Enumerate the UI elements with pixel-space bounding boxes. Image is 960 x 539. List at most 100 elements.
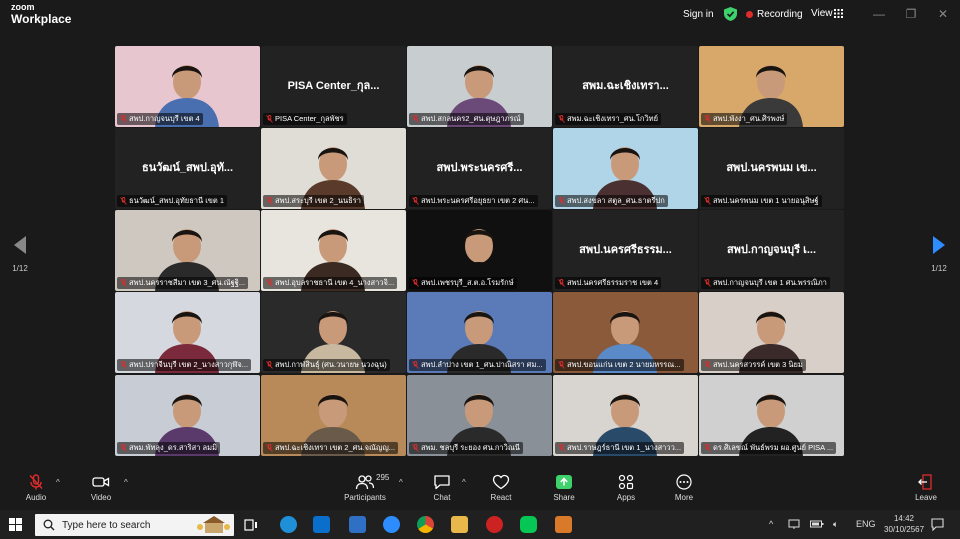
participant-name-label: สพป.นครศรีธรรมราช เขต 4 bbox=[555, 277, 662, 289]
participant-tile[interactable]: สพป.กาญจนบุรี เขต 4 bbox=[115, 46, 260, 127]
leave-button[interactable]: Leave bbox=[901, 474, 951, 502]
participant-tile[interactable]: สพป.ปราจีนบุรี เขต 2_นางสาวกุฬัจ... bbox=[115, 292, 260, 373]
participant-tile[interactable]: สพม. ชลบุรี ระยอง ศน.กาวิณนี bbox=[407, 375, 552, 456]
participant-name-label: สพป.ขอนแก่น เขต 2 นายมหรรณ... bbox=[555, 359, 684, 371]
participant-tile[interactable]: สพป.นครศรีธรรม... สพป.นครศรีธรรมราช เขต 4 bbox=[553, 210, 698, 291]
participant-tile[interactable]: สพป.นครพนม เข... สพป.นครพนม เขต 1 นายอนุส… bbox=[699, 128, 844, 209]
maximize-icon[interactable]: ❐ bbox=[904, 7, 918, 21]
more-button[interactable]: More bbox=[659, 474, 709, 502]
minimize-icon[interactable]: — bbox=[872, 7, 886, 21]
participant-name-text: สพม. ชลบุรี ระยอง ศน.กาวิณนี bbox=[421, 443, 520, 452]
view-button[interactable]: View bbox=[811, 8, 833, 19]
participant-name-text: สพป.ขอนแก่น เขต 2 นายมหรรณ... bbox=[567, 360, 681, 369]
participant-tile[interactable]: สพป.ขอนแก่น เขต 2 นายมหรรณ... bbox=[553, 292, 698, 373]
participant-tile[interactable]: สพป.พังงา_ศน.ศิรพงษ์ bbox=[699, 46, 844, 127]
video-gallery: สพป.กาญจนบุรี เขต 4 PISA Center_กุล... PIS… bbox=[115, 46, 846, 458]
participant-tile[interactable]: สพป.ราษฎร์ธานี เขต 1_นางสาวว... bbox=[553, 375, 698, 456]
windows-start-icon[interactable] bbox=[9, 518, 22, 531]
chrome-icon[interactable] bbox=[417, 516, 434, 533]
video-options-caret-icon[interactable]: ^ bbox=[124, 478, 128, 487]
participant-tile[interactable]: สพป.สงขลา สตูล_ศน.ธาตรีปก bbox=[553, 128, 698, 209]
apps-button[interactable]: Apps bbox=[601, 474, 651, 502]
participant-name-text: สพป.นครสวรรค์ เขต 3 นิยม bbox=[713, 360, 803, 369]
participant-name-label: สพป.พระนครศรีอยุธยา เขต 2 ศน... bbox=[409, 195, 538, 207]
file-explorer-icon[interactable] bbox=[451, 516, 468, 533]
taskbar-clock[interactable]: 14:42 30/10/2567 bbox=[884, 513, 924, 535]
meeting-toolbar: Audio ^ Video ^ Participants 295 ^ Chat … bbox=[0, 470, 960, 510]
participant-tile[interactable]: สพป.นครราชสีมา เขต 3_ศน.ณัฐฐิ... bbox=[115, 210, 260, 291]
tray-chevron-icon[interactable]: ^ bbox=[769, 519, 773, 529]
recorder-app-icon[interactable] bbox=[486, 516, 503, 533]
participant-tile[interactable]: PISA Center_กุล... PISA Center_กุลพัชร bbox=[261, 46, 406, 127]
participant-tile[interactable]: ธนวัฒน์_สพป.อุทั... ธนวัฒน์_สพป.อุทัยธานี… bbox=[115, 128, 260, 209]
sign-in-link[interactable]: Sign in bbox=[683, 9, 714, 20]
volume-icon[interactable]: 🔈︎ bbox=[833, 519, 838, 530]
mic-muted-icon bbox=[29, 474, 43, 490]
participant-name-label: สพป.ฉะเชิงเทรา เขต 2_ศน.จณัญญ... bbox=[263, 442, 398, 454]
arrow-left-icon[interactable] bbox=[14, 236, 26, 254]
close-icon[interactable]: ✕ bbox=[936, 7, 950, 21]
network-icon[interactable] bbox=[788, 519, 800, 530]
participant-count: 295 bbox=[376, 473, 390, 482]
mic-muted-icon bbox=[704, 279, 711, 287]
share-button[interactable]: Share bbox=[539, 474, 589, 502]
participant-tile[interactable]: สพป.เพชรบุรี_ส.ต.อ.โรมรักษ์ bbox=[407, 210, 552, 291]
participants-options-caret-icon[interactable]: ^ bbox=[399, 478, 403, 487]
participant-tile[interactable]: สพม.พัทลุง_ดร.สาริสา ลมมิ bbox=[115, 375, 260, 456]
mail-icon[interactable] bbox=[349, 516, 366, 533]
participant-name-label: สพม.พัทลุง_ดร.สาริสา ลมมิ bbox=[117, 442, 221, 454]
arrow-right-icon[interactable] bbox=[933, 236, 945, 254]
clock-date: 30/10/2567 bbox=[884, 525, 925, 534]
presentation-app-icon[interactable] bbox=[555, 516, 572, 533]
taskbar-search[interactable]: Type here to search bbox=[35, 514, 234, 536]
previous-page[interactable]: 1/12 bbox=[5, 236, 35, 273]
task-view-icon[interactable] bbox=[244, 519, 258, 531]
participant-tile[interactable]: สพป.สระบุรี เขต 2_นนธิรา bbox=[261, 128, 406, 209]
participant-name-label: ธนวัฒน์_สพป.อุทัยธานี เขต 1 bbox=[117, 195, 228, 207]
mic-muted-icon bbox=[266, 444, 273, 452]
participant-tile[interactable]: สพป.ฉะเชิงเทรา เขต 2_ศน.จณัญญ... bbox=[261, 375, 406, 456]
grid-view-icon[interactable] bbox=[834, 9, 843, 18]
participant-name-text: สพป.เพชรบุรี_ส.ต.อ.โรมรักษ์ bbox=[421, 278, 514, 287]
participant-tile[interactable]: สพป.กาฬสินธุ์ (ศน.วนายษ นวงฉุน) bbox=[261, 292, 406, 373]
audio-label: Audio bbox=[25, 493, 47, 502]
notifications-icon[interactable] bbox=[931, 518, 944, 531]
participant-tile[interactable]: สพป.กาญจนบุรี เ... สพป.กาญจนบุรี เขต 1 ศน… bbox=[699, 210, 844, 291]
line-app-icon[interactable] bbox=[520, 516, 537, 533]
mic-muted-icon bbox=[558, 115, 565, 123]
more-dots-icon bbox=[676, 474, 692, 490]
recording-status[interactable]: Recording bbox=[757, 9, 803, 20]
audio-options-caret-icon[interactable]: ^ bbox=[56, 478, 60, 487]
chat-button[interactable]: Chat bbox=[417, 474, 467, 502]
input-language[interactable]: ENG bbox=[856, 519, 876, 529]
store-icon[interactable] bbox=[313, 516, 330, 533]
zoom-app-icon[interactable] bbox=[383, 516, 400, 533]
participant-name-text: สพป.กาฬสินธุ์ (ศน.วนายษ นวงฉุน) bbox=[275, 360, 387, 369]
edge-icon[interactable] bbox=[280, 516, 297, 533]
mic-muted-icon bbox=[120, 279, 127, 287]
chat-options-caret-icon[interactable]: ^ bbox=[462, 478, 466, 487]
participant-name-text: สพป.สระบุรี เขต 2_นนธิรา bbox=[275, 196, 361, 205]
participant-tile[interactable]: ดร.ศิเลขณ์ พันธ์พรม ผอ.ศูนย์ PISA ... bbox=[699, 375, 844, 456]
mic-muted-icon bbox=[704, 115, 711, 123]
next-page[interactable]: 1/12 bbox=[924, 236, 954, 273]
participant-tile[interactable]: สพป.อุบลราชธานี เขต 4_นางสาวจิ... bbox=[261, 210, 406, 291]
shield-check-icon[interactable] bbox=[724, 7, 737, 21]
participant-tile[interactable]: สพป.ลำปาง เขต 1_ศน.ปาณิสรา ศม... bbox=[407, 292, 552, 373]
windows-taskbar: Type here to search ^ 🔈︎ ENG 14:42 30/10… bbox=[0, 510, 960, 539]
participant-name-text: ดร.ศิเลขณ์ พันธ์พรม ผอ.ศูนย์ PISA ... bbox=[713, 443, 834, 452]
mic-muted-icon bbox=[266, 115, 273, 123]
participant-tile[interactable]: สพป.นครสวรรค์ เขต 3 นิยม bbox=[699, 292, 844, 373]
mic-muted-icon bbox=[120, 444, 127, 452]
video-button[interactable]: Video bbox=[76, 474, 126, 502]
participant-name-label: สพม.ฉะเชิงเทรา_ศน.โกวิทย์ bbox=[555, 113, 662, 125]
participant-tile[interactable]: สพป.สกลนคร2_ศน.ดุษฎาภรณ์ bbox=[407, 46, 552, 127]
react-button[interactable]: React bbox=[476, 474, 526, 502]
share-label: Share bbox=[553, 493, 575, 502]
participant-name-label: สพป.อุบลราชธานี เขต 4_นางสาวจิ... bbox=[263, 277, 398, 289]
battery-icon[interactable] bbox=[810, 519, 824, 529]
share-screen-icon bbox=[556, 475, 572, 489]
audio-button[interactable]: Audio bbox=[11, 474, 61, 502]
participant-tile[interactable]: สพม.ฉะเชิงเทรา... สพม.ฉะเชิงเทรา_ศน.โกวิท… bbox=[553, 46, 698, 127]
participant-tile[interactable]: สพป.พระนครศรี... สพป.พระนครศรีอยุธยา เขต … bbox=[407, 128, 552, 209]
